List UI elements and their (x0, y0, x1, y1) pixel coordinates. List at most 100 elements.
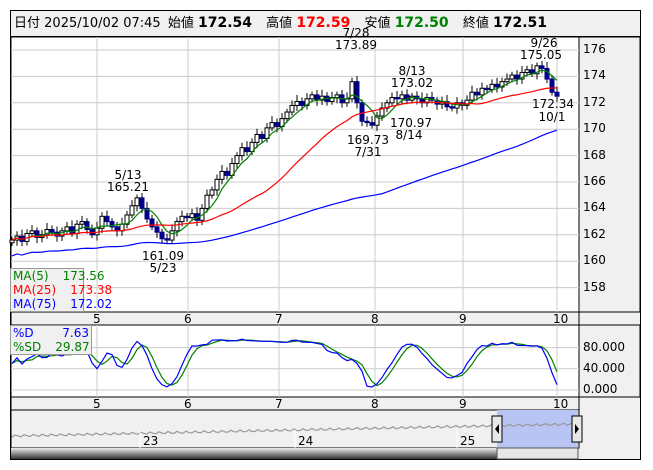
scrollbar-thumb[interactable] (496, 447, 579, 460)
candle-up (9, 239, 15, 244)
annotation-price: 173.89 (335, 38, 377, 52)
price-tick: 172 (583, 94, 606, 109)
candle-up (504, 78, 510, 83)
price-tick: 164 (583, 200, 606, 215)
sd-label: %SD (13, 340, 42, 354)
navigator-year-label: 25 (460, 434, 476, 448)
candle-up (334, 94, 340, 99)
ma5-label: MA(5) (13, 269, 49, 283)
candle-up (284, 111, 290, 120)
ma-legend: MA(5) 173.56 MA(25) 173.38 MA(75) 172.02 (10, 268, 112, 312)
month-tick: 10 (553, 397, 569, 411)
candle-up (129, 205, 135, 216)
candle-up (509, 74, 515, 80)
month-tick: 7 (275, 312, 283, 326)
candle-up (269, 122, 275, 129)
candle-down (149, 218, 155, 228)
candle-down (494, 83, 500, 88)
candle-up (214, 178, 220, 191)
month-tick: 7 (275, 397, 283, 411)
navigator-selection (497, 410, 578, 448)
month-tick: 8 (371, 312, 379, 326)
d-label: %D (13, 326, 34, 340)
candle-down (394, 97, 400, 100)
stoch-legend: %D 7.63 %SD 29.87 (10, 325, 92, 355)
chart-window: 日付 2025/10/02 07:45 始値 172.54 高値 172.59 … (0, 0, 653, 470)
stoch-tick: 80.000 (583, 339, 625, 354)
candle-down (449, 106, 455, 109)
candle-down (159, 231, 165, 240)
price-tick: 160 (583, 253, 606, 268)
candle-up (174, 221, 180, 232)
candle-up (254, 133, 260, 143)
candle-down (484, 87, 490, 91)
month-tick: 6 (184, 397, 192, 411)
candle-down (364, 120, 370, 124)
low-value: 172.50 (394, 15, 449, 31)
candle-down (139, 197, 145, 209)
candle-up (219, 170, 225, 180)
candle-down (514, 74, 520, 80)
candle-down (549, 78, 555, 93)
date-label: 日付 (14, 16, 41, 31)
annotation-date: 5/23 (149, 261, 177, 275)
candle-up (524, 69, 530, 73)
candle-down (259, 133, 265, 139)
candle-up (189, 213, 195, 219)
price-tick: 174 (583, 68, 606, 83)
price-tick: 170 (583, 121, 606, 136)
candle-down (104, 215, 110, 223)
ma75-label: MA(75) (13, 297, 57, 311)
candle-down (369, 122, 375, 126)
price-tick: 158 (583, 279, 606, 294)
candle-up (209, 189, 215, 196)
candle-down (244, 147, 250, 153)
candle-down (164, 238, 170, 241)
close-value: 172.51 (492, 15, 547, 31)
candle-up (489, 83, 495, 91)
candle-up (289, 104, 295, 113)
month-tick: 9 (459, 397, 467, 411)
candle-up (309, 94, 315, 100)
price-tick: 166 (583, 174, 606, 188)
ma25-label: MA(25) (13, 283, 57, 297)
candle-up (64, 226, 70, 232)
price-tick: 176 (583, 42, 606, 56)
navigator-year-label: 24 (298, 434, 314, 448)
ma5-value: 173.56 (62, 269, 105, 283)
candle-down (224, 170, 230, 176)
annotation-date: 7/31 (354, 145, 382, 159)
candle-up (134, 197, 140, 207)
candle-down (354, 81, 360, 104)
ohlc-header: 日付 2025/10/02 07:45 始値 172.54 高値 172.59 … (10, 10, 641, 37)
price-tick: 162 (583, 226, 606, 241)
month-tick: 8 (371, 397, 379, 411)
candle-down (539, 65, 545, 69)
candle-up (29, 230, 35, 234)
annotation-price: 172.34 (532, 97, 574, 111)
candle-down (299, 100, 305, 106)
d-value: 7.63 (62, 326, 89, 340)
candle-up (204, 194, 210, 209)
candle-up (294, 100, 300, 106)
open-value: 172.54 (197, 15, 253, 31)
candle-up (389, 97, 395, 104)
candle-down (554, 91, 560, 97)
candle-down (84, 221, 90, 231)
price-tick: 168 (583, 147, 606, 162)
candle-up (399, 94, 405, 100)
stoch-tick: 0.000 (583, 382, 618, 396)
stoch-tick: 40.000 (583, 360, 625, 375)
month-tick: 5 (93, 397, 101, 411)
annotation-price: 175.05 (520, 48, 562, 62)
candle-up (479, 87, 485, 96)
candle-up (179, 215, 185, 223)
ma75-value: 172.02 (70, 297, 113, 311)
annotation-date: 10/1 (538, 110, 566, 124)
ma25-value: 173.38 (70, 283, 113, 297)
annotation-price: 165.21 (107, 180, 149, 194)
scrollbar-track (11, 448, 497, 459)
candle-down (49, 229, 55, 233)
candle-down (184, 215, 190, 219)
candle-down (359, 102, 365, 122)
